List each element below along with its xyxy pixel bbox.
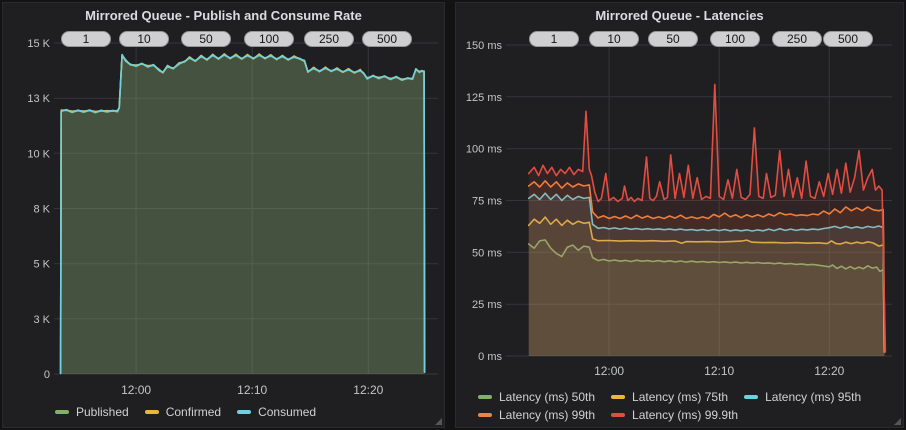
legend-swatch-icon bbox=[145, 410, 159, 414]
consumer-count-pill-250[interactable]: 250 bbox=[304, 31, 354, 47]
panel-latencies: Mirrored Queue - Latencies 1105010025050… bbox=[455, 2, 904, 428]
panel-resize-handle-icon[interactable] bbox=[435, 418, 442, 425]
consumer-count-pill-500[interactable]: 500 bbox=[362, 31, 412, 47]
y-axis-tick-label: 5 K bbox=[33, 259, 50, 271]
series-area-latency-ms-99-9th bbox=[529, 84, 886, 356]
legend-label: Latency (ms) 75th bbox=[632, 390, 728, 404]
y-axis-tick-label: 50 ms bbox=[472, 247, 502, 259]
y-axis-tick-label: 13 K bbox=[27, 93, 50, 105]
legend-item-consumed[interactable]: Consumed bbox=[237, 404, 316, 419]
legend-swatch-icon bbox=[55, 410, 69, 414]
x-axis-tick-label: 12:10 bbox=[704, 364, 734, 378]
consumer-count-pill-1[interactable]: 1 bbox=[61, 31, 111, 47]
legend-label: Consumed bbox=[258, 405, 316, 419]
y-axis-tick-label: 75 ms bbox=[472, 196, 502, 208]
y-axis-tick-label: 15 K bbox=[27, 38, 50, 50]
rate-chart-plot-area[interactable]: 0 3 K 5 K 8 K 10 K 13 K 15 K 12:00 12:10 12:20 bbox=[3, 3, 446, 429]
legend-item-published[interactable]: Published bbox=[55, 404, 129, 419]
legend-item-latency-ms-75th[interactable]: Latency (ms) 75th bbox=[611, 389, 728, 404]
legend-swatch-icon bbox=[744, 395, 758, 399]
y-axis-tick-label: 125 ms bbox=[466, 92, 503, 104]
consumer-count-pill-10[interactable]: 10 bbox=[119, 31, 169, 47]
legend-item-latency-ms-99th[interactable]: Latency (ms) 99th bbox=[478, 407, 595, 422]
legend-label: Published bbox=[76, 405, 129, 419]
x-axis-tick-label: 12:00 bbox=[594, 364, 624, 378]
legend-swatch-icon bbox=[237, 410, 251, 414]
legend-item-latency-ms-99-9th[interactable]: Latency (ms) 99.9th bbox=[611, 407, 738, 422]
legend-label: Latency (ms) 99.9th bbox=[632, 408, 738, 422]
consumer-count-pill-100[interactable]: 100 bbox=[244, 31, 294, 47]
legend-label: Confirmed bbox=[166, 405, 221, 419]
x-axis-tick-label: 12:20 bbox=[814, 364, 844, 378]
legend-swatch-icon bbox=[478, 413, 492, 417]
consumer-count-pill-1[interactable]: 1 bbox=[529, 31, 579, 47]
panel-title: Mirrored Queue - Latencies bbox=[456, 8, 903, 23]
legend-label: Latency (ms) 50th bbox=[499, 390, 595, 404]
x-axis-tick-label: 12:10 bbox=[237, 383, 267, 397]
x-axis-tick-label: 12:20 bbox=[353, 383, 383, 397]
grafana-dashboard: { "colors": { "page_bg": "#131314", "pan… bbox=[0, 0, 906, 430]
legend-item-confirmed[interactable]: Confirmed bbox=[145, 404, 221, 419]
y-axis-tick-label: 10 K bbox=[27, 148, 50, 160]
panel-title: Mirrored Queue - Publish and Consume Rat… bbox=[3, 8, 444, 23]
y-axis-tick-label: 25 ms bbox=[472, 299, 502, 311]
consumer-count-pill-250[interactable]: 250 bbox=[772, 31, 822, 47]
consumer-count-pill-50[interactable]: 50 bbox=[648, 31, 698, 47]
series-area-consumed bbox=[61, 55, 425, 375]
consumer-count-pill-100[interactable]: 100 bbox=[710, 31, 760, 47]
y-axis-tick-label: 0 ms bbox=[478, 351, 502, 363]
y-axis-tick-label: 3 K bbox=[33, 314, 50, 326]
legend-swatch-icon bbox=[611, 395, 625, 399]
consumer-count-pill-500[interactable]: 500 bbox=[823, 31, 873, 47]
y-axis-tick-label: 150 ms bbox=[466, 40, 503, 52]
latency-chart-legend: Latency (ms) 50th Latency (ms) 75th Latenc… bbox=[478, 389, 906, 422]
rate-chart-legend: Published Confirmed Consumed bbox=[55, 404, 435, 419]
y-axis-tick-label: 0 bbox=[44, 369, 50, 381]
legend-label: Latency (ms) 99th bbox=[499, 408, 595, 422]
panel-resize-handle-icon[interactable] bbox=[894, 418, 901, 425]
consumer-count-pill-50[interactable]: 50 bbox=[181, 31, 231, 47]
legend-label: Latency (ms) 95th bbox=[765, 390, 861, 404]
x-axis-tick-label: 12:00 bbox=[121, 383, 151, 397]
legend-item-latency-ms-50th[interactable]: Latency (ms) 50th bbox=[478, 389, 595, 404]
latency-chart-plot-area[interactable]: 0 ms 25 ms 50 ms 75 ms 100 ms 125 ms 150 ms 12:… bbox=[456, 3, 905, 429]
panel-publish-consume-rate: Mirrored Queue - Publish and Consume Rat… bbox=[2, 2, 445, 428]
consumer-count-pill-10[interactable]: 10 bbox=[589, 31, 639, 47]
legend-swatch-icon bbox=[478, 395, 492, 399]
y-axis-tick-label: 8 K bbox=[33, 204, 50, 216]
legend-swatch-icon bbox=[611, 413, 625, 417]
y-axis-tick-label: 100 ms bbox=[466, 144, 503, 156]
legend-item-latency-ms-95th[interactable]: Latency (ms) 95th bbox=[744, 389, 861, 404]
